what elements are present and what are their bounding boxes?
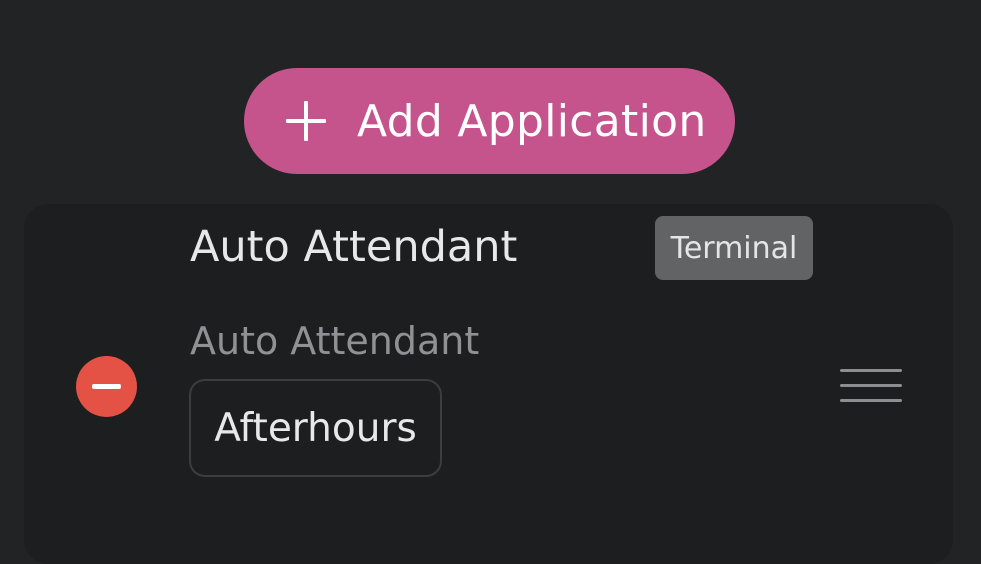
terminal-badge: Terminal — [655, 216, 813, 280]
application-title: Auto Attendant — [190, 222, 518, 272]
add-application-label: Add Application — [357, 95, 707, 147]
add-application-button[interactable]: Add Application — [244, 68, 735, 174]
remove-application-button[interactable] — [76, 356, 137, 417]
drag-handle-icon[interactable] — [840, 368, 902, 404]
plus-icon — [286, 101, 326, 141]
application-subtitle: Auto Attendant — [190, 319, 480, 363]
afterhours-chip[interactable]: Afterhours — [189, 379, 442, 477]
minus-icon — [92, 384, 121, 389]
